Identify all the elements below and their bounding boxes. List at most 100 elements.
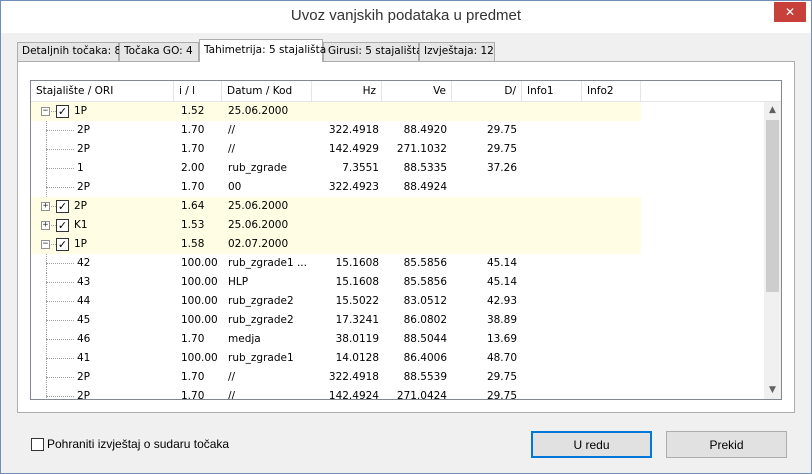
hz-angle: 142.4929	[328, 143, 379, 155]
tree-connector	[46, 168, 74, 169]
tab-detaljne-tocke[interactable]: Detaljnih točaka: 8	[17, 42, 121, 61]
measurement-row[interactable]: 45 100.00 rub_zgrade2 17.3241 86.0802 38.89	[31, 311, 641, 330]
tree-connector	[46, 387, 47, 399]
column-header-d[interactable]: D/	[452, 81, 522, 102]
station-row[interactable]: − ✓ 1P 1.52 25.06.2000	[31, 102, 641, 121]
column-header-info1[interactable]: Info1	[522, 81, 582, 102]
tree-connector	[46, 396, 74, 397]
point-name: 2P	[77, 124, 91, 136]
measurement-row[interactable]: 2P 1.70 00 322.4923 88.4924	[31, 178, 641, 197]
close-button[interactable]: ✕	[774, 2, 806, 22]
column-header-il[interactable]: i / l	[174, 81, 222, 102]
tahimetrija-tree-list[interactable]: Stajalište / ORI i / l Datum / Kod Hz Ve…	[30, 80, 782, 400]
ok-button[interactable]: U redu	[531, 431, 652, 458]
hz-angle	[312, 235, 379, 254]
tab-panel: Stajalište / ORI i / l Datum / Kod Hz Ve…	[17, 61, 795, 413]
ve-angle	[382, 216, 447, 235]
date-code: rub_zgrade	[228, 162, 287, 174]
column-header-hz[interactable]: Hz	[312, 81, 382, 102]
measurement-row[interactable]: 2P 1.70 // 322.4918 88.5539 29.75	[31, 368, 641, 387]
point-name: 46	[77, 333, 91, 345]
station-name: 2P	[74, 200, 88, 212]
scroll-thumb[interactable]	[766, 120, 779, 292]
point-name: 42	[77, 257, 91, 269]
collapse-icon[interactable]: −	[41, 240, 50, 249]
cancel-button[interactable]: Prekid	[666, 431, 787, 458]
hz-angle: 7.3551	[342, 162, 379, 174]
save-report-label: Pohraniti izvještaj o sudaru točaka	[47, 437, 230, 451]
measurement-row[interactable]: 2P 1.70 // 142.4929 271.1032 29.75	[31, 140, 641, 159]
measurement-row[interactable]: 44 100.00 rub_zgrade2 15.5022 83.0512 42.93	[31, 292, 641, 311]
tab-tahimetrija[interactable]: Tahimetrija: 5 stajališta	[199, 39, 326, 62]
hz-angle: 322.4923	[328, 181, 379, 193]
date-code: rub_zgrade2	[228, 295, 294, 307]
instrument-height: 1.64	[181, 200, 205, 212]
list-header: Stajalište / ORI i / l Datum / Kod Hz Ve…	[31, 81, 781, 102]
measurement-row[interactable]: 2P 1.70 // 322.4918 88.4920 29.75	[31, 121, 641, 140]
distance	[452, 197, 517, 216]
tree-connector	[46, 358, 74, 359]
distance: 38.89	[486, 314, 517, 326]
date-code: 25.06.2000	[228, 105, 289, 117]
column-header-datum-kod[interactable]: Datum / Kod	[222, 81, 312, 102]
date-code: 02.07.2000	[228, 238, 289, 250]
station-checkbox[interactable]: ✓	[56, 219, 69, 232]
scroll-down-icon[interactable]: ▼	[764, 382, 781, 399]
station-name: 1P	[74, 105, 88, 117]
date-code: 25.06.2000	[228, 219, 289, 231]
measurement-row[interactable]: 46 1.70 medja 38.0119 88.5044 13.69	[31, 330, 641, 349]
distance: 37.26	[486, 162, 517, 174]
hz-angle: 38.0119	[335, 333, 379, 345]
station-checkbox[interactable]: ✓	[56, 105, 69, 118]
column-header-info2[interactable]: Info2	[582, 81, 641, 102]
instrument-height: 1.58	[181, 238, 205, 250]
tree-connector	[46, 282, 74, 283]
column-header-ve[interactable]: Ve	[382, 81, 452, 102]
measurement-row[interactable]: 42 100.00 rub_zgrade1 ... 15.1608 85.5856 45.…	[31, 254, 641, 273]
collapse-icon[interactable]: −	[41, 107, 50, 116]
distance: 29.75	[486, 390, 517, 400]
tab-girusi[interactable]: Girusi: 5 stajališta	[323, 42, 423, 61]
measurement-row[interactable]: 41 100.00 rub_zgrade1 14.0128 86.4006 48.70	[31, 349, 641, 368]
ve-angle: 88.5539	[403, 371, 447, 383]
expand-icon[interactable]: +	[41, 202, 50, 211]
tree-connector	[46, 320, 74, 321]
point-name: 41	[77, 352, 91, 364]
date-code: rub_zgrade2	[228, 314, 294, 326]
instrument-height: 1.70	[181, 143, 205, 155]
station-checkbox[interactable]: ✓	[56, 200, 69, 213]
distance: 45.14	[486, 257, 517, 269]
tree-connector	[46, 130, 74, 131]
instrument-height: 1.53	[181, 219, 205, 231]
instrument-height: 1.70	[181, 181, 205, 193]
scroll-up-icon[interactable]: ▲	[764, 102, 781, 119]
station-name: 1P	[74, 238, 88, 250]
date-code: //	[228, 143, 236, 155]
column-header-stajaliste[interactable]: Stajalište / ORI	[31, 81, 174, 102]
station-checkbox[interactable]: ✓	[56, 238, 69, 251]
distance	[452, 216, 517, 235]
point-name: 45	[77, 314, 91, 326]
hz-angle: 142.4924	[328, 390, 379, 400]
date-code: 00	[228, 181, 242, 193]
expand-icon[interactable]: +	[41, 221, 50, 230]
tree-connector	[46, 301, 74, 302]
hz-angle: 15.1608	[335, 257, 379, 269]
save-report-checkbox[interactable]	[31, 438, 44, 451]
tab-izvjestaji[interactable]: Izvještaja: 12	[419, 42, 495, 61]
station-row[interactable]: + ✓ K1 1.53 25.06.2000	[31, 216, 641, 235]
date-code: //	[228, 124, 236, 136]
tab-tocke-go[interactable]: Točaka GO: 4	[119, 42, 199, 61]
vertical-scrollbar[interactable]: ▲ ▼	[764, 102, 781, 399]
measurement-row[interactable]: 43 100.00 HLP 15.1608 85.5856 45.14	[31, 273, 641, 292]
ve-angle: 271.0424	[396, 390, 447, 400]
distance: 29.75	[486, 124, 517, 136]
measurement-row[interactable]: 1 2.00 rub_zgrade 7.3551 88.5335 37.26	[31, 159, 641, 178]
close-icon: ✕	[784, 5, 796, 19]
window-title: Uvoz vanjskih podataka u predmet	[290, 7, 522, 24]
station-row[interactable]: − ✓ 1P 1.58 02.07.2000	[31, 235, 641, 254]
point-name: 2P	[77, 143, 91, 155]
station-row[interactable]: + ✓ 2P 1.64 25.06.2000	[31, 197, 641, 216]
ve-angle: 88.4920	[403, 124, 447, 136]
measurement-row[interactable]: 2P 1.70 // 142.4924 271.0424 29.75	[31, 387, 641, 400]
